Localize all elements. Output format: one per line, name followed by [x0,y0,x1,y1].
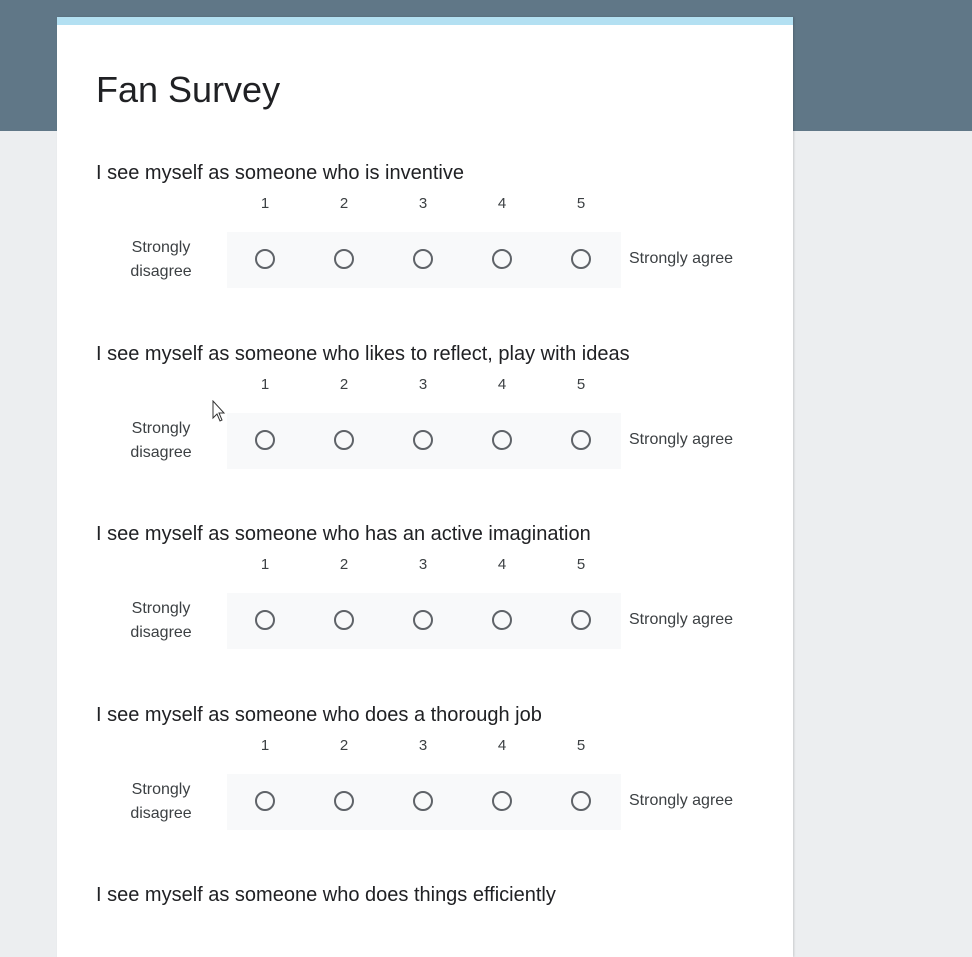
radio-option-2[interactable] [334,610,354,630]
scale-number: 1 [260,195,270,212]
question-2: I see myself as someone who likes to ref… [96,343,776,469]
scale-numbers: 1 2 3 4 5 [96,556,796,576]
question-text: I see myself as someone who is inventive [96,162,464,184]
radio-option-3[interactable] [413,249,433,269]
question-1: I see myself as someone who is inventive… [96,162,776,288]
radio-option-5[interactable] [571,610,591,630]
scale-number: 4 [497,195,507,212]
scale-number: 3 [418,376,428,393]
radio-option-5[interactable] [571,249,591,269]
scale-number: 4 [497,376,507,393]
question-4: I see myself as someone who does a thoro… [96,704,776,830]
question-text: I see myself as someone who does things … [96,884,556,906]
question-text: I see myself as someone who does a thoro… [96,704,542,726]
radio-option-1[interactable] [255,610,275,630]
scale-number: 2 [339,556,349,573]
scale-number: 5 [576,737,586,754]
low-label: Strongly disagree [130,420,192,461]
question-3: I see myself as someone who has an activ… [96,523,776,649]
radio-option-2[interactable] [334,791,354,811]
high-label: Strongly agree [629,611,734,628]
scale-number: 3 [418,737,428,754]
radio-option-5[interactable] [571,791,591,811]
scale-number: 4 [497,556,507,573]
scale-number: 5 [576,376,586,393]
scale-number: 4 [497,737,507,754]
radio-option-1[interactable] [255,430,275,450]
scale-number: 5 [576,195,586,212]
radio-option-5[interactable] [571,430,591,450]
question-text: I see myself as someone who likes to ref… [96,343,630,365]
question-text: I see myself as someone who has an activ… [96,523,591,545]
scale-number: 2 [339,376,349,393]
high-label: Strongly agree [629,431,734,448]
scale-number: 3 [418,195,428,212]
scale-numbers: 1 2 3 4 5 [96,376,796,396]
radio-option-3[interactable] [413,791,433,811]
radio-option-3[interactable] [413,610,433,630]
low-label: Strongly disagree [130,600,192,641]
scale-number: 1 [260,376,270,393]
scale-numbers: 1 2 3 4 5 [96,737,796,757]
low-label: Strongly disagree [130,781,192,822]
low-label: Strongly disagree [130,239,192,280]
radio-option-4[interactable] [492,610,512,630]
mouse-cursor-icon [212,400,226,422]
radio-option-1[interactable] [255,791,275,811]
scale-numbers: 1 2 3 4 5 [96,195,796,215]
scale-number: 5 [576,556,586,573]
card-accent-strip [57,17,793,25]
scale-number: 1 [260,737,270,754]
scale-number: 3 [418,556,428,573]
question-5: I see myself as someone who does things … [96,884,776,907]
form-title: Fan Survey [96,69,281,110]
radio-option-2[interactable] [334,430,354,450]
radio-option-1[interactable] [255,249,275,269]
form-card: Fan Survey I see myself as someone who i… [57,17,793,957]
radio-option-4[interactable] [492,249,512,269]
scale-number: 2 [339,195,349,212]
radio-option-4[interactable] [492,430,512,450]
high-label: Strongly agree [629,250,734,267]
radio-option-2[interactable] [334,249,354,269]
scale-number: 2 [339,737,349,754]
scale-number: 1 [260,556,270,573]
radio-option-4[interactable] [492,791,512,811]
radio-option-3[interactable] [413,430,433,450]
high-label: Strongly agree [629,792,734,809]
